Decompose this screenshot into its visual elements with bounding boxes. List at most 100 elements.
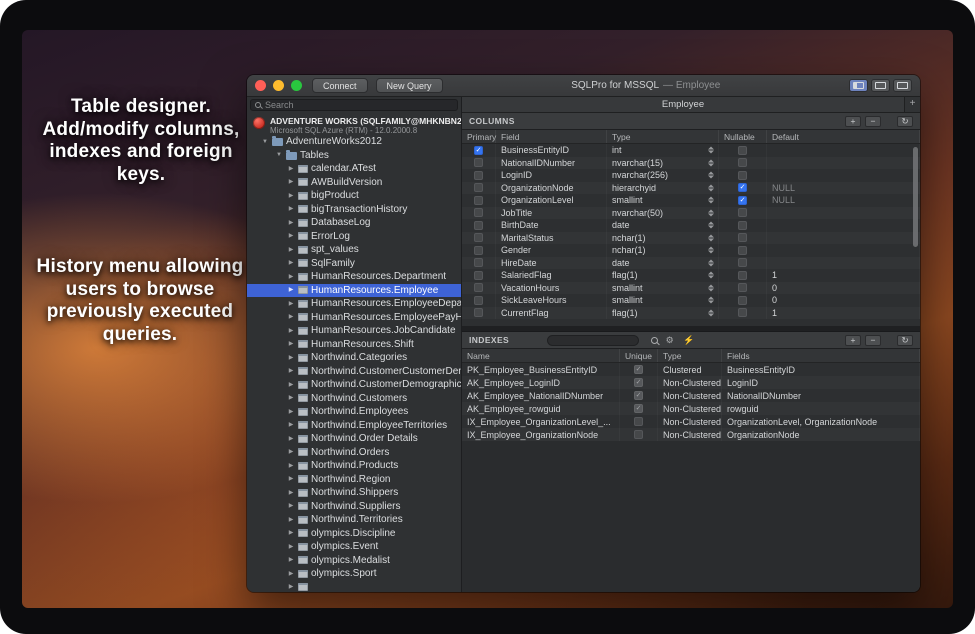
type-stepper-icon[interactable] bbox=[708, 272, 714, 279]
nullable-checkbox[interactable] bbox=[738, 171, 747, 180]
nullable-checkbox[interactable] bbox=[738, 308, 747, 317]
type-stepper-icon[interactable] bbox=[708, 209, 714, 216]
default-cell[interactable] bbox=[767, 257, 920, 270]
index-fields-cell[interactable]: NationalIDNumber bbox=[722, 389, 920, 402]
sidebar-item-table[interactable]: ▶Northwind.Customers bbox=[247, 392, 461, 406]
sidebar-item-table[interactable]: ▶calendar.ATest bbox=[247, 162, 461, 176]
default-cell[interactable]: NULL bbox=[767, 182, 920, 195]
sidebar-item-table[interactable]: ▶HumanResources.EmployeeDepartment bbox=[247, 297, 461, 311]
type-cell[interactable]: nvarchar(50) bbox=[607, 207, 719, 220]
sidebar-item-table[interactable]: ▶bigTransactionHistory bbox=[247, 203, 461, 217]
sidebar-item-table[interactable]: ▶HumanResources.JobCandidate bbox=[247, 324, 461, 338]
field-cell[interactable]: JobTitle bbox=[496, 207, 607, 220]
index-fields-cell[interactable]: rowguid bbox=[722, 402, 920, 415]
disclosure-closed-icon[interactable]: ▶ bbox=[287, 381, 295, 389]
disclosure-closed-icon[interactable]: ▶ bbox=[287, 354, 295, 362]
field-cell[interactable]: HireDate bbox=[496, 257, 607, 270]
primary-checkbox[interactable]: ✓ bbox=[474, 146, 483, 155]
default-cell[interactable]: NULL bbox=[767, 194, 920, 207]
unique-checkbox[interactable]: ✓ bbox=[634, 404, 643, 413]
type-cell[interactable]: nchar(1) bbox=[607, 244, 719, 257]
type-stepper-icon[interactable] bbox=[708, 222, 714, 229]
index-name-cell[interactable]: AK_Employee_LoginID bbox=[462, 376, 620, 389]
field-cell[interactable]: OrganizationNode bbox=[496, 182, 607, 195]
type-cell[interactable]: smallint bbox=[607, 294, 719, 307]
default-cell[interactable]: 1 bbox=[767, 269, 920, 282]
type-stepper-icon[interactable] bbox=[708, 259, 714, 266]
remove-column-button[interactable]: − bbox=[865, 116, 881, 127]
unique-checkbox[interactable] bbox=[634, 430, 643, 439]
nullable-checkbox[interactable] bbox=[738, 233, 747, 242]
column-row[interactable]: LoginIDnvarchar(256) bbox=[462, 169, 920, 182]
nullable-checkbox[interactable] bbox=[738, 271, 747, 280]
column-row[interactable]: OrganizationNodehierarchyid✓NULL bbox=[462, 182, 920, 195]
index-name-cell[interactable]: PK_Employee_BusinessEntityID bbox=[462, 363, 620, 376]
type-cell[interactable]: hierarchyid bbox=[607, 182, 719, 195]
zoom-window-button[interactable] bbox=[291, 80, 302, 91]
primary-checkbox[interactable] bbox=[474, 271, 483, 280]
primary-checkbox[interactable] bbox=[474, 183, 483, 192]
index-name-cell[interactable]: AK_Employee_NationalIDNumber bbox=[462, 389, 620, 402]
sidebar-item-table[interactable]: ▶olympics.Event bbox=[247, 540, 461, 554]
default-cell[interactable] bbox=[767, 244, 920, 257]
sidebar-item-table[interactable]: ▶olympics.Medalist bbox=[247, 554, 461, 568]
sidebar-item-table[interactable]: ▶HumanResources.EmployeePayHistory bbox=[247, 311, 461, 325]
index-fields-cell[interactable]: BusinessEntityID bbox=[722, 363, 920, 376]
type-cell[interactable]: nvarchar(256) bbox=[607, 169, 719, 182]
disclosure-closed-icon[interactable]: ▶ bbox=[287, 178, 295, 186]
disclosure-closed-icon[interactable]: ▶ bbox=[287, 286, 295, 294]
unique-checkbox[interactable]: ✓ bbox=[634, 378, 643, 387]
sidebar-item-tables-folder[interactable]: ▼ Tables bbox=[247, 149, 461, 163]
index-row[interactable]: PK_Employee_BusinessEntityID✓ClusteredBu… bbox=[462, 363, 920, 376]
column-row[interactable]: VacationHourssmallint0 bbox=[462, 282, 920, 295]
disclosure-closed-icon[interactable]: ▶ bbox=[287, 394, 295, 402]
header-default[interactable]: Default bbox=[767, 130, 920, 143]
sidebar-item-table[interactable]: ▶Northwind.Territories bbox=[247, 513, 461, 527]
column-row[interactable]: SalariedFlagflag(1)1 bbox=[462, 269, 920, 282]
primary-checkbox[interactable] bbox=[474, 158, 483, 167]
type-cell[interactable]: int bbox=[607, 144, 719, 157]
minimize-window-button[interactable] bbox=[273, 80, 284, 91]
add-tab-button[interactable]: + bbox=[904, 97, 920, 112]
primary-checkbox[interactable] bbox=[474, 196, 483, 205]
disclosure-closed-icon[interactable]: ▶ bbox=[287, 570, 295, 578]
disclosure-open-icon[interactable]: ▼ bbox=[275, 151, 283, 159]
sidebar-item-table-partial[interactable]: ▶ bbox=[247, 581, 461, 593]
nullable-checkbox[interactable] bbox=[738, 246, 747, 255]
sidebar-item-table[interactable]: ▶Northwind.Products bbox=[247, 459, 461, 473]
field-cell[interactable]: MaritalStatus bbox=[496, 232, 607, 245]
default-cell[interactable]: 0 bbox=[767, 294, 920, 307]
sidebar-item-table[interactable]: ▶HumanResources.Employee bbox=[247, 284, 461, 298]
sidebar-item-table[interactable]: ▶SqlFamily bbox=[247, 257, 461, 271]
column-row[interactable]: NationalIDNumbernvarchar(15) bbox=[462, 157, 920, 170]
view-toggle-sidebar-button[interactable] bbox=[849, 79, 868, 92]
type-cell[interactable]: smallint bbox=[607, 194, 719, 207]
remove-index-button[interactable]: − bbox=[865, 335, 881, 346]
column-row[interactable]: HireDatedate bbox=[462, 257, 920, 270]
disclosure-closed-icon[interactable]: ▶ bbox=[287, 192, 295, 200]
field-cell[interactable]: BusinessEntityID bbox=[496, 144, 607, 157]
primary-checkbox[interactable] bbox=[474, 233, 483, 242]
primary-checkbox[interactable] bbox=[474, 258, 483, 267]
field-cell[interactable]: CurrentFlag bbox=[496, 307, 607, 320]
disclosure-closed-icon[interactable]: ▶ bbox=[287, 408, 295, 416]
default-cell[interactable] bbox=[767, 157, 920, 170]
sidebar-item-table[interactable]: ▶spt_values bbox=[247, 243, 461, 257]
disclosure-closed-icon[interactable]: ▶ bbox=[287, 340, 295, 348]
primary-checkbox[interactable] bbox=[474, 171, 483, 180]
default-cell[interactable] bbox=[767, 144, 920, 157]
index-fields-cell[interactable]: LoginID bbox=[722, 376, 920, 389]
disclosure-closed-icon[interactable]: ▶ bbox=[287, 502, 295, 510]
column-row[interactable]: CurrentFlagflag(1)1 bbox=[462, 307, 920, 320]
disclosure-closed-icon[interactable]: ▶ bbox=[287, 313, 295, 321]
sidebar-item-table[interactable]: ▶olympics.Sport bbox=[247, 567, 461, 581]
primary-checkbox[interactable] bbox=[474, 296, 483, 305]
new-query-button[interactable]: New Query bbox=[376, 78, 443, 93]
field-cell[interactable]: VacationHours bbox=[496, 282, 607, 295]
refresh-indexes-button[interactable]: ↻ bbox=[897, 335, 913, 346]
default-cell[interactable] bbox=[767, 232, 920, 245]
disclosure-closed-icon[interactable]: ▶ bbox=[287, 219, 295, 227]
sidebar-item-table[interactable]: ▶DatabaseLog bbox=[247, 216, 461, 230]
disclosure-closed-icon[interactable]: ▶ bbox=[287, 165, 295, 173]
column-row[interactable]: ✓ BusinessEntityIDint bbox=[462, 144, 920, 157]
